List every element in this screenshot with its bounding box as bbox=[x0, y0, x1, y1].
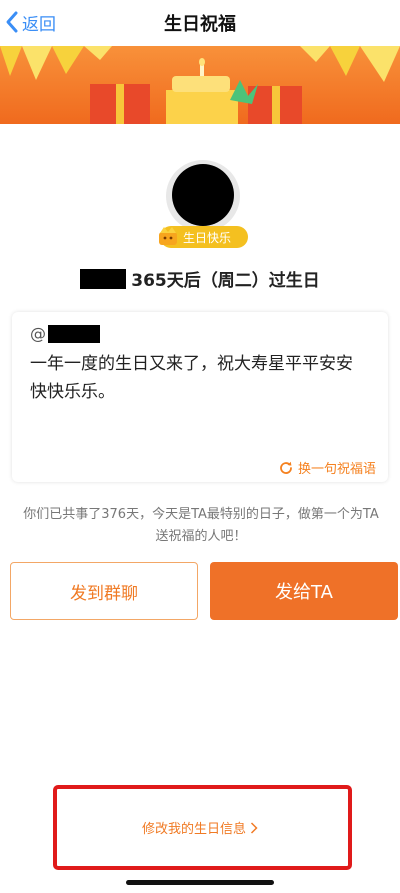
redacted-mention-name bbox=[48, 324, 100, 343]
avatar-block: 生日快乐 bbox=[159, 160, 248, 248]
refresh-icon bbox=[280, 461, 292, 474]
modify-birthday-label: 修改我的生日信息 bbox=[141, 822, 246, 837]
crown-icon bbox=[159, 227, 177, 245]
mention-prefix: @ bbox=[30, 324, 46, 343]
blessing-text[interactable]: 一年一度的生日又来了，祝大寿星平平安安快快乐乐。 bbox=[30, 350, 360, 406]
change-blessing-label: 换一句祝福语 bbox=[297, 462, 376, 477]
send-to-group-label: 发到群聊 bbox=[70, 583, 138, 604]
birthday-countdown: 365天后（周二）过生日 bbox=[0, 266, 400, 291]
send-to-ta-label: 发给TA bbox=[275, 582, 333, 603]
modify-birthday-link[interactable]: 修改我的生日信息 bbox=[0, 818, 400, 837]
birthday-banner bbox=[0, 46, 400, 124]
info-text: 你们已共事了376天，今天是TA最特别的日子，做第一个为TA送祝福的人吧！ bbox=[23, 507, 379, 544]
birthday-badge-label: 生日快乐 bbox=[182, 230, 231, 245]
banner-illustration bbox=[0, 46, 400, 124]
home-indicator bbox=[126, 880, 274, 885]
send-to-ta-button[interactable]: 发给TA bbox=[210, 562, 398, 620]
avatar bbox=[172, 164, 234, 226]
birthday-countdown-text: 365天后（周二）过生日 bbox=[131, 271, 320, 291]
chevron-right-icon bbox=[250, 821, 258, 834]
redacted-name bbox=[80, 268, 127, 289]
mention: @ bbox=[30, 324, 100, 343]
page-title: 生日祝福 bbox=[164, 14, 236, 35]
blessing-card[interactable]: @ 一年一度的生日又来了，祝大寿星平平安安快快乐乐。 换一句祝福语 bbox=[12, 312, 388, 482]
change-blessing-button[interactable]: 换一句祝福语 bbox=[278, 458, 376, 477]
send-to-group-button[interactable]: 发到群聊 bbox=[10, 562, 198, 620]
nav-bar: 返回 生日祝福 bbox=[0, 0, 400, 44]
